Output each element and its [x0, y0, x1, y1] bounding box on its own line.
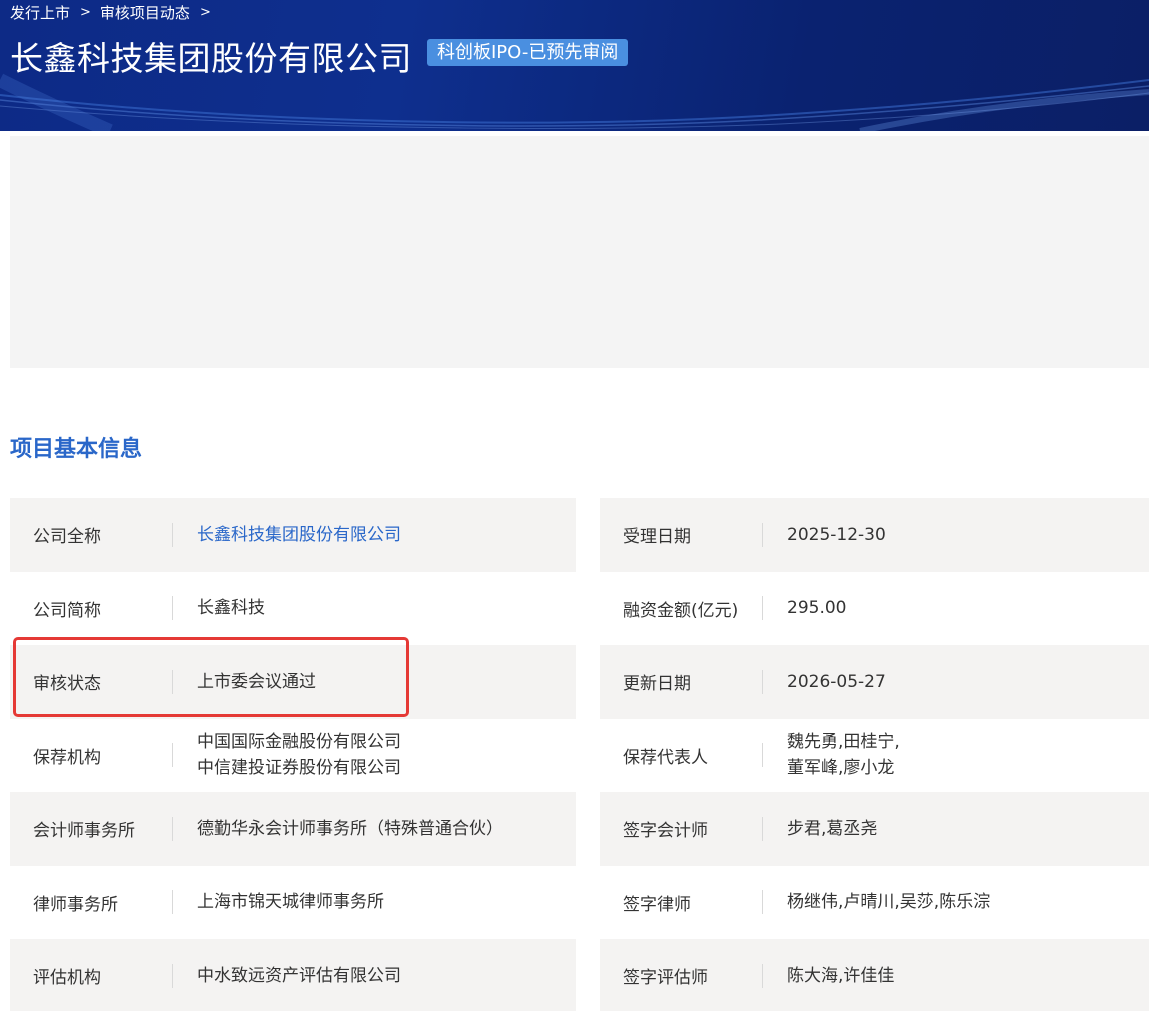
sponsor-representative-line: 魏先勇,田桂宁,	[787, 732, 900, 753]
company-full-name-link[interactable]: 长鑫科技集团股份有限公司	[173, 522, 401, 548]
info-cell: 律师事务所 上海市锦天城律师事务所	[10, 866, 576, 940]
law-firm-label: 律师事务所	[33, 894, 118, 915]
info-cell: 审核状态 上市委会议通过	[10, 645, 576, 719]
info-cell: 受理日期 2025-12-30	[600, 498, 1149, 572]
sponsor-item: 中国国际金融股份有限公司	[197, 732, 401, 753]
info-cell: 融资金额(亿元) 295.00	[600, 572, 1149, 646]
breadcrumb-separator-icon: >	[199, 5, 211, 20]
sponsor-representative-label: 保荐代表人	[623, 747, 708, 768]
info-cell: 公司全称 长鑫科技集团股份有限公司	[10, 498, 576, 572]
appraisal-firm-label: 评估机构	[33, 968, 101, 989]
accept-date-label: 受理日期	[623, 527, 691, 548]
breadcrumb-item-listing[interactable]: 发行上市	[10, 2, 70, 23]
header-banner: 发行上市 > 审核项目动态 > 长鑫科技集团股份有限公司 科创板IPO-已预先审…	[0, 0, 1149, 131]
info-cell: 更新日期 2026-05-27	[600, 645, 1149, 719]
signing-accountant-value: 步君,葛丞尧	[787, 818, 878, 839]
info-row: 评估机构 中水致远资产评估有限公司 签字评估师 陈大海,许佳佳	[10, 939, 1149, 1011]
sponsor-representative-line: 董军峰,廖小龙	[787, 758, 895, 779]
info-row: 会计师事务所 德勤华永会计师事务所（特殊普通合伙） 签字会计师 步君,葛丞尧	[10, 792, 1149, 866]
breadcrumb-separator-icon: >	[80, 5, 91, 20]
review-status-value: 上市委会议通过	[197, 671, 316, 692]
info-cell: 签字律师 杨继伟,卢晴川,吴莎,陈乐淙	[600, 866, 1149, 940]
info-row: 公司全称 长鑫科技集团股份有限公司 受理日期 2025-12-30	[10, 498, 1149, 572]
breadcrumb-item-review-status[interactable]: 审核项目动态	[100, 2, 190, 23]
signing-accountant-label: 签字会计师	[623, 821, 708, 842]
info-row: 保荐机构 中国国际金融股份有限公司 中信建投证券股份有限公司 保荐代表人 魏先勇…	[10, 719, 1149, 793]
info-row: 律师事务所 上海市锦天城律师事务所 签字律师 杨继伟,卢晴川,吴莎,陈乐淙	[10, 866, 1149, 940]
breadcrumb: 发行上市 > 审核项目动态 >	[10, 2, 220, 23]
financing-amount-label: 融资金额(亿元)	[623, 600, 739, 621]
review-status-label: 审核状态	[33, 674, 101, 695]
content-placeholder	[10, 136, 1149, 368]
info-cell: 评估机构 中水致远资产评估有限公司	[10, 939, 576, 1011]
law-firm-value: 上海市锦天城律师事务所	[197, 892, 384, 913]
info-cell: 保荐机构 中国国际金融股份有限公司 中信建投证券股份有限公司	[10, 719, 576, 793]
accounting-firm-value: 德勤华永会计师事务所（特殊普通合伙）	[197, 818, 503, 839]
signing-lawyer-value: 杨继伟,卢晴川,吴莎,陈乐淙	[787, 892, 991, 913]
company-short-name-label: 公司简称	[33, 600, 101, 621]
update-date-label: 更新日期	[623, 674, 691, 695]
company-short-name-value: 长鑫科技	[197, 598, 265, 619]
info-cell: 签字评估师 陈大海,许佳佳	[600, 939, 1149, 1011]
appraisal-firm-value: 中水致远资产评估有限公司	[197, 965, 401, 986]
info-row: 审核状态 上市委会议通过 更新日期 2026-05-27	[10, 645, 1149, 719]
page-title: 长鑫科技集团股份有限公司	[10, 39, 412, 78]
company-full-name-label: 公司全称	[33, 527, 101, 548]
signing-appraiser-value: 陈大海,许佳佳	[787, 965, 895, 986]
financing-amount-value: 295.00	[787, 598, 847, 619]
section-title: 项目基本信息	[10, 437, 143, 462]
signing-appraiser-label: 签字评估师	[623, 968, 708, 989]
info-table: 公司全称 长鑫科技集团股份有限公司 受理日期 2025-12-30 公司简称 长…	[10, 498, 1149, 1011]
sponsor-label: 保荐机构	[33, 747, 101, 768]
accept-date-value: 2025-12-30	[787, 524, 886, 545]
info-cell: 会计师事务所 德勤华永会计师事务所（特殊普通合伙）	[10, 792, 576, 866]
accounting-firm-label: 会计师事务所	[33, 821, 135, 842]
signing-lawyer-label: 签字律师	[623, 894, 691, 915]
sponsor-representative-list: 魏先勇,田桂宁, 董军峰,廖小龙	[763, 729, 900, 781]
sponsor-item: 中信建投证券股份有限公司	[197, 758, 401, 779]
info-cell: 公司简称 长鑫科技	[10, 572, 576, 646]
info-cell: 签字会计师 步君,葛丞尧	[600, 792, 1149, 866]
update-date-value: 2026-05-27	[787, 671, 886, 692]
info-row: 公司简称 长鑫科技 融资金额(亿元) 295.00	[10, 572, 1149, 646]
sponsor-list: 中国国际金融股份有限公司 中信建投证券股份有限公司	[173, 729, 401, 781]
info-cell: 保荐代表人 魏先勇,田桂宁, 董军峰,廖小龙	[600, 719, 1149, 793]
board-status-tag: 科创板IPO-已预先审阅	[427, 39, 629, 66]
